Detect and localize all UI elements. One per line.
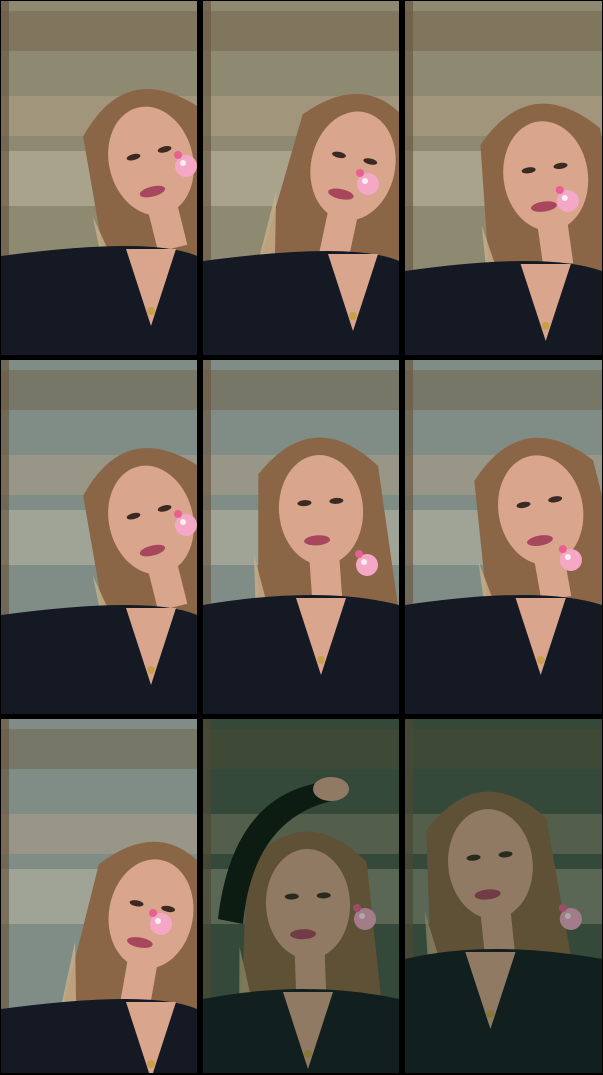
photo-tile-7	[1, 719, 197, 1073]
stone-band	[1, 729, 197, 769]
photo-collage	[0, 0, 603, 1075]
photo-tile-6	[405, 360, 602, 714]
stone-band	[1, 11, 197, 51]
pendant	[349, 312, 357, 320]
stone-band	[203, 370, 399, 410]
pendant	[317, 656, 325, 664]
photo-tile-9	[405, 719, 602, 1073]
pendant	[541, 322, 550, 330]
pendant	[536, 656, 545, 664]
photo-tile-8	[203, 719, 399, 1073]
photo-tile-3	[405, 1, 602, 355]
black-top	[405, 261, 602, 355]
stone-band	[405, 370, 602, 410]
photo-tile-5	[203, 360, 399, 714]
pendant	[147, 1060, 155, 1068]
photo-tile-1	[1, 1, 197, 355]
neck	[309, 558, 343, 601]
black-top	[405, 595, 602, 714]
pendant	[147, 307, 155, 315]
stone-band	[203, 11, 399, 51]
dark-overlay	[203, 719, 399, 1073]
photo-tile-2	[203, 1, 399, 355]
dark-overlay	[405, 719, 602, 1073]
neck	[537, 223, 574, 268]
photo-tile-4	[1, 360, 197, 714]
stone-band	[1, 370, 197, 410]
pendant	[147, 666, 155, 674]
stone-band	[405, 11, 602, 51]
